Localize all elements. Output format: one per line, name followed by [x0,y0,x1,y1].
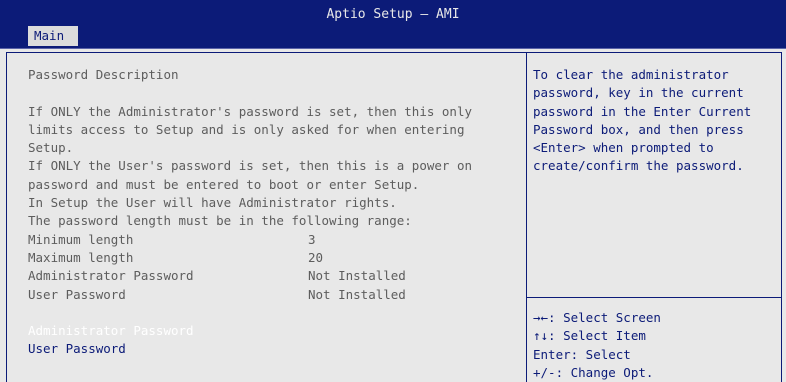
info-label: Maximum length [28,249,134,265]
section-heading: Password Description [28,67,179,82]
description-line: password and must be entered to boot or … [28,176,420,192]
info-row-admin-password: Administrator Password Not Installed [28,267,518,285]
description-line: limits access to Setup and is only asked… [28,121,465,137]
info-label: User Password [28,286,126,302]
help-line: To clear the administrator [533,67,729,82]
description-line: The password length must be in the follo… [28,213,412,229]
key-hint-select-screen: →←: Select Screen [533,310,661,325]
info-value: 20 [308,249,324,265]
help-line: password in the Enter Current [533,103,752,119]
main-panel: Password Description If ONLY the Adminis… [28,66,518,359]
key-hint-enter: Enter: Select [533,346,631,362]
info-value: 3 [308,231,316,247]
info-row-user-password: User Password Not Installed [28,286,518,304]
panel-divider-vertical [526,52,527,382]
help-panel: To clear the administrator password, key… [533,66,778,176]
info-row-max-length: Maximum length 20 [28,249,518,267]
info-label: Administrator Password [28,268,194,284]
help-line: create/confirm the password. [533,158,744,174]
description-line: If ONLY the User's password is set, then… [28,158,473,174]
description-line: In Setup the User will have Administrato… [28,195,397,211]
help-line: <Enter> when prompted to [533,140,714,156]
app-title: Aptio Setup – AMI [326,7,460,22]
help-divider-horizontal [526,297,782,298]
key-hint-select-item: ↑↓: Select Item [533,328,646,344]
info-value: Not Installed [308,286,406,302]
menu-item-administrator-password[interactable]: Administrator Password [28,322,518,340]
info-value: Not Installed [308,268,406,284]
info-label: Minimum length [28,231,134,247]
help-line: password, key in the current [533,85,744,101]
title-bar: Aptio Setup – AMI Main [0,0,786,49]
key-legend: →←: Select Screen ↑↓: Select Item Enter:… [533,309,778,382]
info-row-min-length: Minimum length 3 [28,231,518,249]
description-line: Setup. [28,140,74,156]
tab-main[interactable]: Main [28,26,78,46]
key-hint-change-opt: +/-: Change Opt. [533,364,654,380]
menu-item-user-password[interactable]: User Password [28,340,518,358]
bios-screen: Aptio Setup – AMI Main Password Descript… [0,0,786,382]
description-line: If ONLY the Administrator's password is … [28,103,473,119]
help-line: Password box, and then press [533,121,744,137]
